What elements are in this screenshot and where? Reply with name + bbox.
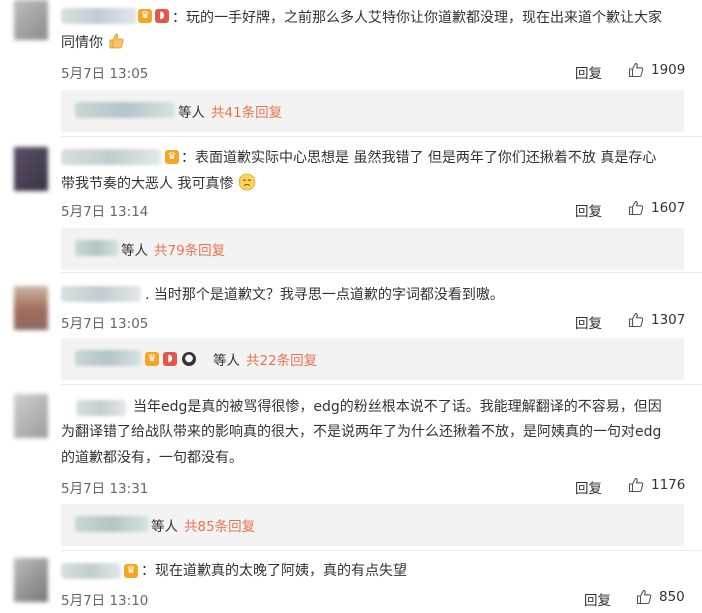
reply-thread-box[interactable]: 等人 共41条回复 bbox=[61, 90, 684, 132]
comment-text-line: ：表面道歉实际中心思想是 虽然我错了 但是两年了你们还揪着不放 真是存心 bbox=[181, 150, 657, 166]
vip-crown-icon: ♛ bbox=[138, 9, 152, 23]
reply-thread-box[interactable]: 等人 共79条回复 bbox=[61, 228, 684, 270]
comment-text: 为翻译错了给战队带来的影响真的很大，不是说两年了为什么还揪着不放，是阿姨真的一句… bbox=[61, 420, 661, 445]
comment-text: 的道歉都没有，一句都没有。 bbox=[61, 446, 243, 471]
thumbs-up-icon[interactable] bbox=[636, 589, 652, 605]
username[interactable] bbox=[61, 149, 161, 165]
comment-text: ：表面道歉实际中心思想是 虽然我错了 但是两年了你们还揪着不放 真是存心 bbox=[181, 146, 656, 171]
watermelon-icon: ◗ bbox=[155, 9, 169, 23]
watermelon-icon: ◗ bbox=[163, 352, 177, 366]
like-count: 1909 bbox=[651, 62, 686, 78]
like-count: 1607 bbox=[651, 200, 686, 216]
vip-crown-icon: ♛ bbox=[165, 150, 179, 164]
comment-date: 5月7日 13:05 bbox=[61, 66, 149, 82]
reply-user-avatars bbox=[75, 102, 175, 118]
avatar[interactable] bbox=[14, 558, 48, 602]
like-count: 1307 bbox=[651, 312, 686, 328]
thumbs-up-icon[interactable] bbox=[628, 312, 644, 328]
divider bbox=[61, 550, 702, 551]
avatar[interactable] bbox=[14, 286, 48, 330]
reply-button[interactable]: 回复 bbox=[575, 62, 602, 82]
like-count: 1176 bbox=[651, 477, 686, 493]
reply-people-label: 等人 bbox=[121, 243, 148, 259]
comment-text-line: . 当时那个是道歉文？我寻思一点道歉的字词都没看到嗷。 bbox=[145, 287, 504, 303]
comment-text-line: 为翻译错了给战队带来的影响真的很大，不是说两年了为什么还揪着不放，是阿姨真的一句… bbox=[61, 424, 662, 440]
avatar[interactable] bbox=[14, 394, 48, 438]
reply-count-link[interactable]: 共41条回复 bbox=[211, 101, 282, 121]
reply-user-avatars bbox=[75, 240, 119, 256]
reply-user-avatars bbox=[75, 350, 141, 366]
comment-text: 带我节奏的大恶人 我可真惨 bbox=[61, 172, 256, 197]
reply-people-label: 等人 bbox=[213, 353, 240, 369]
username[interactable] bbox=[61, 563, 121, 579]
username[interactable] bbox=[76, 400, 126, 416]
reply-count-link[interactable]: 共79条回复 bbox=[154, 239, 225, 259]
comment-text-line: ：玩的一手好牌，之前那么多人艾特你让你道歉都没理，现在出来道个歉让大家 bbox=[172, 10, 662, 26]
thumbs-up-icon[interactable] bbox=[628, 62, 644, 78]
comment-text-line: ：现在道歉真的太晚了阿姨，真的有点失望 bbox=[141, 563, 407, 579]
reply-count-link[interactable]: 共22条回复 bbox=[246, 349, 317, 369]
comment-text: 同情你 bbox=[61, 31, 125, 56]
vip-crown-icon: ♛ bbox=[124, 564, 138, 578]
comment-date: 5月7日 13:14 bbox=[61, 204, 149, 220]
divider bbox=[61, 136, 702, 137]
comment-text: ：现在道歉真的太晚了阿姨，真的有点失望 bbox=[141, 559, 407, 584]
comment-text: ：玩的一手好牌，之前那么多人艾特你让你道歉都没理，现在出来道个歉让大家 bbox=[172, 6, 662, 31]
comment-text: . 当时那个是道歉文？我寻思一点道歉的字词都没看到嗷。 bbox=[145, 283, 504, 308]
comment-date: 5月7日 13:05 bbox=[61, 316, 149, 332]
reply-user-avatars bbox=[75, 516, 149, 532]
comment-text-line: 的道歉都没有，一句都没有。 bbox=[61, 450, 243, 466]
reply-people-label: 等人 bbox=[151, 519, 178, 535]
thumbs-up-emoji bbox=[107, 32, 125, 50]
reply-button[interactable]: 回复 bbox=[575, 477, 602, 497]
reply-button[interactable]: 回复 bbox=[584, 589, 611, 609]
reply-thread-box[interactable]: 等人 共85条回复 bbox=[61, 504, 684, 546]
divider bbox=[61, 384, 702, 385]
comment-text-line: 同情你 bbox=[61, 35, 103, 51]
thumbs-up-icon[interactable] bbox=[628, 200, 644, 216]
divider bbox=[61, 272, 702, 273]
reply-button[interactable]: 回复 bbox=[575, 312, 602, 332]
comment-text-line: 带我节奏的大恶人 我可真惨 bbox=[61, 176, 234, 192]
panda-icon: ● bbox=[182, 352, 196, 366]
avatar[interactable] bbox=[14, 0, 48, 40]
reply-count-link[interactable]: 共85条回复 bbox=[184, 515, 255, 535]
comment-text: 当年edg是真的被骂得很惨，edg的粉丝根本说不了话。我能理解翻译的不容易，但因 bbox=[133, 395, 662, 420]
reply-button[interactable]: 回复 bbox=[575, 200, 602, 220]
like-count: 850 bbox=[659, 589, 685, 605]
comment-text-line: 当年edg是真的被骂得很惨，edg的粉丝根本说不了话。我能理解翻译的不容易，但因 bbox=[133, 399, 662, 415]
thumbs-up-icon[interactable] bbox=[628, 477, 644, 493]
avatar[interactable] bbox=[14, 147, 48, 191]
vip-crown-icon: ♛ bbox=[145, 352, 159, 366]
comment-date: 5月7日 13:10 bbox=[61, 593, 149, 609]
comment-date: 5月7日 13:31 bbox=[61, 481, 149, 497]
username[interactable] bbox=[61, 286, 141, 302]
sad-face-emoji bbox=[238, 173, 256, 191]
reply-thread-box[interactable]: ♛ ◗ ● 等人 共22条回复 bbox=[61, 338, 684, 380]
username[interactable] bbox=[61, 8, 137, 24]
reply-people-label: 等人 bbox=[178, 105, 205, 121]
